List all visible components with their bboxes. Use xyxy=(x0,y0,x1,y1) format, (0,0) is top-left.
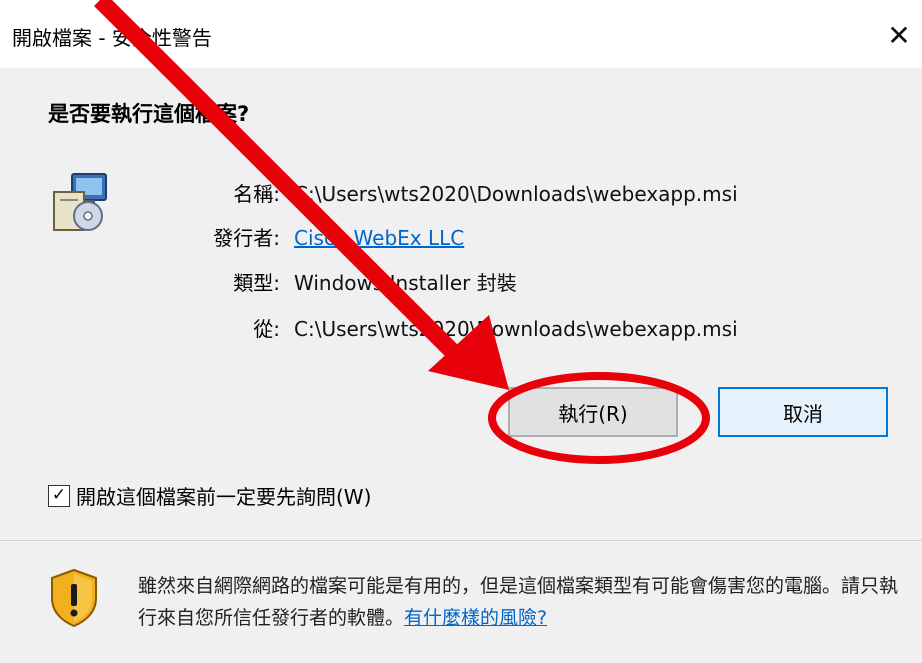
always-ask-checkbox-row[interactable]: ✓ 開啟這個檔案前一定要先詢問(W) xyxy=(48,481,371,510)
window-title: 開啟檔案 - 安全性警告 xyxy=(12,26,212,50)
file-source-row: 從: C:\Users\wts2020\Downloads\webexapp.ms… xyxy=(0,313,738,342)
run-button[interactable]: 執行(R) xyxy=(508,387,678,437)
risk-info-link[interactable]: 有什麼樣的風險? xyxy=(404,607,547,629)
always-ask-label: 開啟這個檔案前一定要先詢問(W) xyxy=(76,485,372,509)
file-name-label: 名稱: xyxy=(233,182,280,206)
warning-message: 雖然來自網際網路的檔案可能是有用的，但是這個檔案類型有可能會傷害您的電腦。請只執… xyxy=(138,570,898,634)
publisher-link[interactable]: Cisco WebEx LLC xyxy=(294,226,464,250)
file-type-value: Windows Installer 封裝 xyxy=(294,271,517,295)
file-name-row: 名稱: C:\Users\wts2020\Downloads\webexapp.m… xyxy=(0,178,738,207)
publisher-row: 發行者: Cisco WebEx LLC xyxy=(0,222,464,251)
security-warning-dialog: 開啟檔案 - 安全性警告 ✕ 是否要執行這個檔案? 名稱: C:\Users\wt… xyxy=(0,0,922,663)
file-type-row: 類型: Windows Installer 封裝 xyxy=(0,267,517,296)
publisher-label: 發行者: xyxy=(213,226,280,250)
security-shield-warning-icon xyxy=(51,568,97,628)
file-type-label: 類型: xyxy=(233,271,280,295)
cancel-button[interactable]: 取消 xyxy=(718,387,888,437)
close-icon[interactable]: ✕ xyxy=(876,12,922,58)
divider xyxy=(0,540,922,541)
file-name-value: C:\Users\wts2020\Downloads\webexapp.msi xyxy=(294,182,738,206)
run-question: 是否要執行這個檔案? xyxy=(48,102,250,126)
file-source-label: 從: xyxy=(253,317,280,341)
file-source-value: C:\Users\wts2020\Downloads\webexapp.msi xyxy=(294,317,738,341)
checkbox-checked-icon[interactable]: ✓ xyxy=(48,484,70,507)
title-bar: 開啟檔案 - 安全性警告 ✕ xyxy=(0,0,922,68)
